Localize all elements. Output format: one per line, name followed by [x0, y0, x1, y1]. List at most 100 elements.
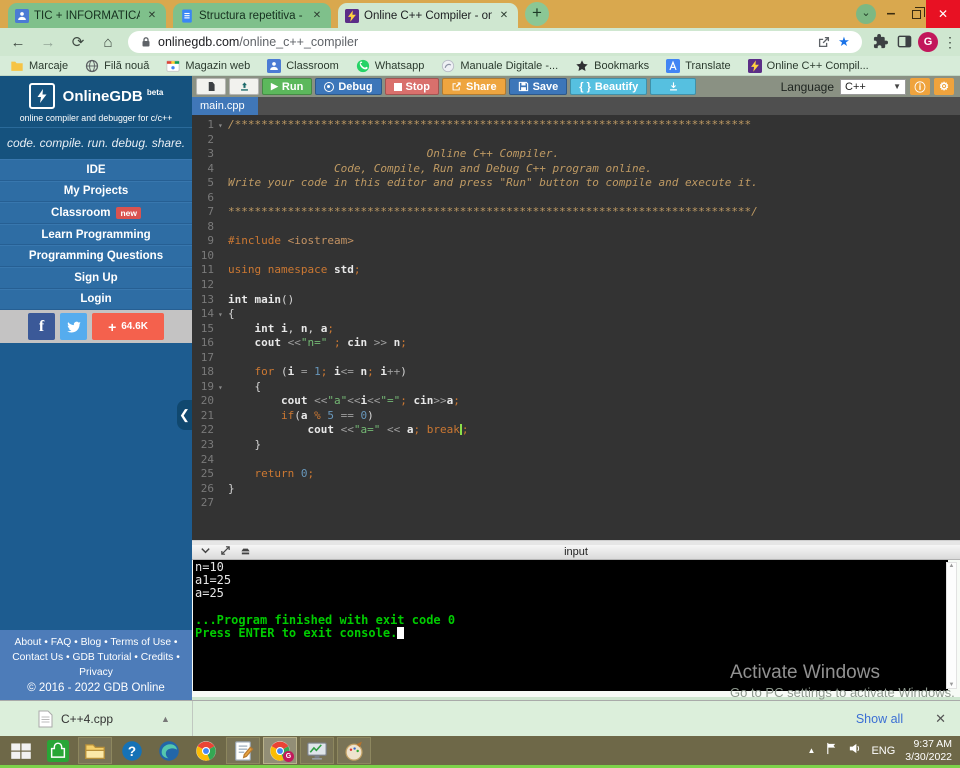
bookmark-item[interactable]: Filă nouă — [85, 59, 149, 73]
code-line[interactable]: 17 — [192, 351, 960, 366]
share-page-icon[interactable] — [814, 35, 834, 50]
back-icon[interactable]: ← — [6, 34, 30, 51]
forward-icon[interactable]: → — [36, 34, 60, 51]
bookmark-item[interactable]: Translate — [666, 59, 730, 73]
code-line[interactable]: 27 — [192, 496, 960, 511]
bookmark-item[interactable]: Whatsapp — [356, 59, 425, 73]
taskbar-chrome-icon[interactable] — [189, 737, 223, 764]
fold-arrow-icon[interactable]: ▾ — [218, 307, 228, 322]
collapse-sidebar-icon[interactable]: ❮ — [177, 400, 192, 430]
sidebar-item-learn-programming[interactable]: Learn Programming — [0, 224, 192, 246]
bookmark-star-icon[interactable]: ★ — [834, 34, 854, 50]
code-line[interactable]: 16 cout <<"n=" ; cin >> n; — [192, 336, 960, 351]
close-downloads-icon[interactable]: ✕ — [935, 711, 946, 727]
bookmark-item[interactable]: Manuale Digitale -... — [441, 59, 558, 73]
tab-close-icon[interactable]: ✕ — [145, 9, 159, 23]
address-bar[interactable]: onlinegdb.com/online_c++_compiler ★ — [128, 31, 862, 53]
bookmark-item[interactable]: Online C++ Compil... — [748, 59, 869, 73]
side-panel-icon[interactable] — [892, 33, 916, 51]
reload-icon[interactable]: ⟳ — [66, 33, 90, 51]
download-button[interactable] — [650, 78, 696, 95]
code-line[interactable]: 9#include <iostream> — [192, 234, 960, 249]
code-line[interactable]: 12 — [192, 278, 960, 293]
restore-button[interactable] — [904, 0, 928, 28]
file-tab-main-cpp[interactable]: main.cpp — [192, 97, 258, 115]
tab-close-icon[interactable]: ✕ — [497, 9, 511, 23]
close-window-button[interactable]: ✕ — [926, 0, 960, 28]
code-line[interactable]: 13int main() — [192, 293, 960, 308]
sidebar-item-ide[interactable]: IDE — [0, 159, 192, 181]
sidebar-item-login[interactable]: Login — [0, 289, 192, 311]
code-line[interactable]: 23 } — [192, 438, 960, 453]
tab-search-icon[interactable]: ⌄ — [854, 0, 878, 28]
browser-tab[interactable]: Structura repetitiva - Documente✕ — [173, 3, 331, 28]
code-line[interactable]: 5Write your code in this editor and pres… — [192, 176, 960, 191]
bookmark-item[interactable]: Magazin web — [166, 59, 250, 73]
info-icon[interactable]: ⓘ — [910, 78, 930, 95]
tab-close-icon[interactable]: ✕ — [310, 9, 324, 23]
sidebar-item-sign-up[interactable]: Sign Up — [0, 267, 192, 289]
save-button[interactable]: Save — [509, 78, 568, 95]
downloaded-file-chip[interactable]: C++4.cpp ▲ — [38, 710, 170, 728]
profile-avatar[interactable]: G — [918, 32, 938, 52]
extensions-icon[interactable] — [868, 33, 892, 51]
chevron-up-icon[interactable]: ▲ — [161, 714, 170, 724]
sidebar-item-classroom[interactable]: Classroomnew — [0, 202, 192, 224]
code-line[interactable]: 2 — [192, 133, 960, 148]
taskbar-system-monitor-icon[interactable] — [300, 737, 334, 764]
taskbar-chrome-active-icon[interactable]: G — [263, 737, 297, 764]
taskbar-start-icon[interactable] — [4, 737, 38, 764]
minimize-button[interactable]: – — [878, 0, 904, 28]
code-line[interactable]: 4 Code, Compile, Run and Debug C++ progr… — [192, 162, 960, 177]
bookmark-item[interactable]: Classroom — [267, 59, 339, 73]
taskbar-store-icon[interactable] — [41, 737, 75, 764]
code-line[interactable]: 24 — [192, 453, 960, 468]
keyboard-language[interactable]: ENG — [871, 745, 895, 757]
taskbar-paint-icon[interactable] — [337, 737, 371, 764]
show-all-button[interactable]: Show all — [846, 706, 913, 732]
share-count-button[interactable]: +64.6K — [92, 313, 164, 340]
new-tab-icon[interactable]: + — [525, 2, 549, 26]
code-line[interactable]: 10 — [192, 249, 960, 264]
bookmark-item[interactable]: Bookmarks — [575, 59, 649, 73]
console-scrollbar[interactable]: ▲▼ — [946, 562, 957, 689]
code-line[interactable]: 18 for (i = 1; i<= n; i++) — [192, 365, 960, 380]
sidebar-item-my-projects[interactable]: My Projects — [0, 181, 192, 203]
code-line[interactable]: 7***************************************… — [192, 205, 960, 220]
facebook-icon[interactable]: f — [28, 313, 55, 340]
bookmark-item[interactable]: Marcaje — [10, 59, 68, 73]
settings-gear-icon[interactable]: ⚙ — [934, 78, 954, 95]
tray-chevron-icon[interactable]: ▲ — [808, 746, 816, 755]
code-line[interactable]: 11using namespace std; — [192, 263, 960, 278]
code-line[interactable]: 20 cout <<"a"<<i<<"="; cin>>a; — [192, 394, 960, 409]
code-line[interactable]: 26} — [192, 482, 960, 497]
code-line[interactable]: 22 cout <<"a=" << a; break; — [192, 423, 960, 438]
stop-button[interactable]: Stop — [385, 78, 439, 95]
debug-button[interactable]: Debug — [315, 78, 381, 95]
footer-links[interactable]: About • FAQ • Blog • Terms of Use • Cont… — [6, 635, 186, 680]
action-center-flag-icon[interactable] — [825, 742, 838, 760]
taskbar-help-icon[interactable]: ? — [115, 737, 149, 764]
browser-menu-icon[interactable]: ⋮ — [940, 34, 960, 51]
fold-arrow-icon[interactable]: ▾ — [218, 380, 228, 395]
code-line[interactable]: 15 int i, n, a; — [192, 322, 960, 337]
home-icon[interactable]: ⌂ — [96, 34, 120, 51]
browser-tab[interactable]: Online C++ Compiler - online ed✕ — [338, 3, 518, 28]
code-line[interactable]: 21 if(a % 5 == 0) — [192, 409, 960, 424]
twitter-icon[interactable] — [60, 313, 87, 340]
browser-tab[interactable]: TIC + INFORMATICĂ CLASA 7 A✕ — [8, 3, 166, 28]
code-line[interactable]: 19▾ { — [192, 380, 960, 395]
code-editor[interactable]: 1▾/*************************************… — [192, 115, 960, 540]
code-line[interactable]: 25 return 0; — [192, 467, 960, 482]
share-button[interactable]: Share — [442, 78, 506, 95]
fold-arrow-icon[interactable]: ▾ — [218, 118, 228, 133]
code-line[interactable]: 1▾/*************************************… — [192, 118, 960, 133]
code-line[interactable]: 8 — [192, 220, 960, 235]
code-line[interactable]: 14▾{ — [192, 307, 960, 322]
taskbar-file-explorer-icon[interactable] — [78, 737, 112, 764]
code-line[interactable]: 3 Online C++ Compiler. — [192, 147, 960, 162]
taskbar-edge-icon[interactable] — [152, 737, 186, 764]
run-button[interactable]: ▶Run — [262, 78, 312, 95]
beautify-button[interactable]: { }Beautify — [570, 78, 647, 95]
upload-file-button[interactable] — [229, 78, 259, 95]
